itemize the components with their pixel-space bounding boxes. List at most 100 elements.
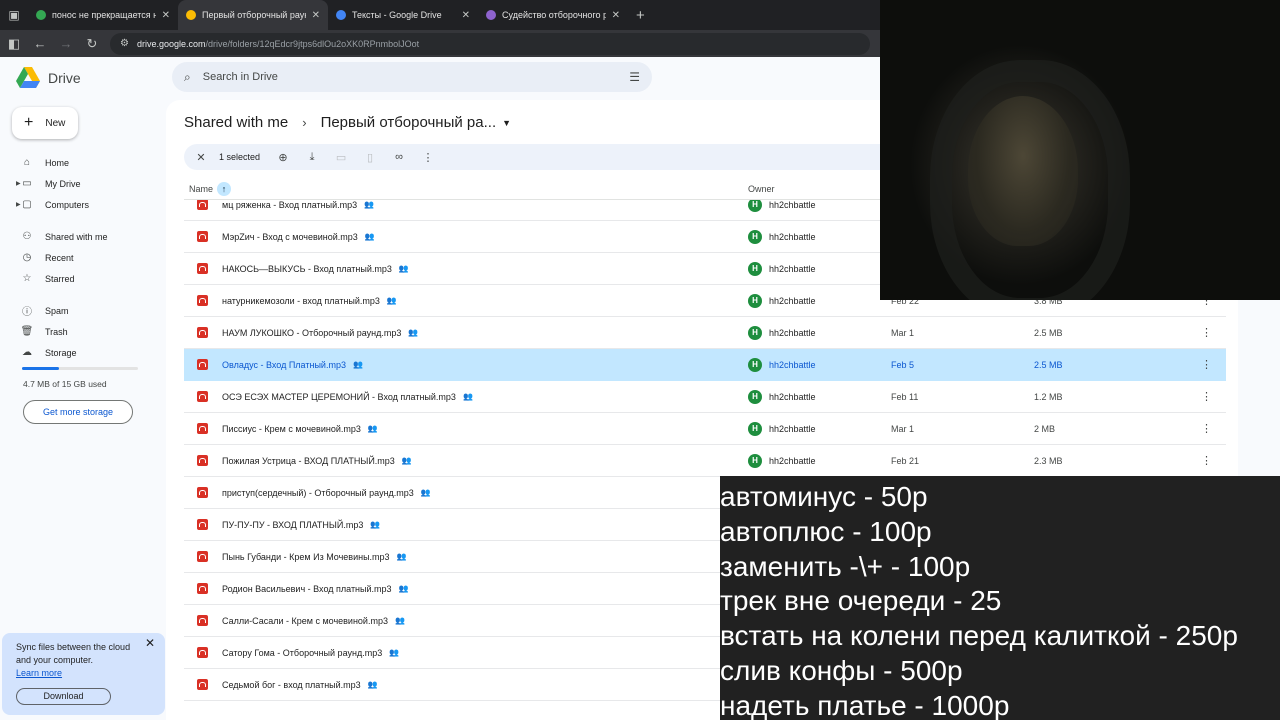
sync-promo-text: Sync files between the cloud and your co… xyxy=(16,642,131,665)
audio-file-icon xyxy=(197,455,208,466)
owner-avatar: H xyxy=(748,357,762,372)
more-actions-icon[interactable]: ⋮ xyxy=(417,146,439,168)
search-options-icon[interactable]: ☰ xyxy=(629,70,640,84)
table-row[interactable]: НАУМ ЛУКОШКО - Отборочный раунд.mp3 👥 Hhh2… xyxy=(184,317,1226,349)
address-bar[interactable]: ⚙ drive.google.com /drive/folders/12qEdc… xyxy=(110,32,870,55)
search-bar[interactable]: ⌕ Search in Drive ☰ xyxy=(172,62,652,92)
browser-tab[interactable]: Тексты - Google Drive ✕ xyxy=(328,0,478,30)
sidebar-item-my-drive[interactable]: ▶ ▭ My Drive xyxy=(0,173,160,194)
table-row[interactable]: Писсиус - Крем с мочевиной.mp3 👥 Hhh2chbat… xyxy=(184,413,1226,445)
file-name-text: МэрZич - Вход с мочевиной.mp3 xyxy=(222,231,358,242)
sidebar-item-starred[interactable]: ☆ Starred xyxy=(0,268,160,289)
file-name[interactable]: НАКОСЬ—ВЫКУСЬ - Вход платный.mp3 👥 xyxy=(222,264,409,274)
people-icon: ⚇ xyxy=(22,231,32,242)
owner-name: hh2chbattle xyxy=(769,423,816,434)
copy-link-icon[interactable]: ∞ xyxy=(388,146,410,168)
file-name[interactable]: Пынь Губанди - Крем Из Мочевины.mp3 👥 xyxy=(222,552,407,562)
file-name[interactable]: ОСЭ ЕСЭХ МАСТЕР ЦЕРЕМОНИЙ - Вход платный… xyxy=(222,392,473,402)
file-name[interactable]: МэрZич - Вход с мочевиной.mp3 👥 xyxy=(222,232,375,242)
expand-arrow-icon[interactable]: ▶ xyxy=(16,201,21,208)
shared-icon: 👥 xyxy=(367,424,378,433)
tab-close-icon[interactable]: ✕ xyxy=(162,10,170,21)
more-options-icon[interactable]: ⋮ xyxy=(1201,358,1212,371)
sidebar-item-shared-with-me[interactable]: ⚇ Shared with me xyxy=(0,226,160,247)
file-name[interactable]: Салли-Сасали - Крем с мочевиной.mp3 👥 xyxy=(222,616,405,626)
file-name[interactable]: Седьмой бог - вход платный.mp3 👥 xyxy=(222,680,378,690)
sidebar-item-label: Computers xyxy=(45,199,90,210)
sort-ascending-icon[interactable]: ↑ xyxy=(217,181,232,196)
audio-file-icon xyxy=(197,583,208,594)
breadcrumb-current[interactable]: Первый отборочный ра... xyxy=(321,114,497,131)
price-line: трек вне очереди - 25 xyxy=(720,585,1002,617)
search-input[interactable]: Search in Drive xyxy=(203,71,630,83)
forward-icon[interactable]: → xyxy=(54,32,78,56)
download-button[interactable]: Download xyxy=(16,688,111,705)
tab-search-icon[interactable]: ▣ xyxy=(0,0,28,30)
file-name[interactable]: натурникемозоли - вход платный.mp3 👥 xyxy=(222,296,397,306)
name-column-header[interactable]: Name ↑ xyxy=(189,181,232,196)
storage-bar xyxy=(22,367,138,370)
site-info-icon[interactable]: ⚙ xyxy=(120,38,129,49)
modified-date: Mar 1 xyxy=(891,327,915,338)
file-name[interactable]: Родион Васильевич - Вход платный.mp3 👥 xyxy=(222,584,409,594)
file-name[interactable]: приступ(сердечный) - Отборочный раунд.mp… xyxy=(222,488,431,498)
tab-title: понос не прекращается неде xyxy=(52,10,156,20)
owner-column-header[interactable]: Owner xyxy=(748,184,775,194)
table-row[interactable]: Пожилая Устрица - ВХОД ПЛАТНЫЙ.mp3 👥 Hhh2c… xyxy=(184,445,1226,477)
file-name[interactable]: Овладус - Вход Платный.mp3 👥 xyxy=(222,360,363,370)
file-name[interactable]: ПУ-ПУ-ПУ - ВХОД ПЛАТНЫЙ.mp3 👥 xyxy=(222,520,380,530)
file-name-text: Седьмой бог - вход платный.mp3 xyxy=(222,679,361,690)
file-name[interactable]: мц ряженка - Вход платный.mp3 👥 xyxy=(222,200,374,210)
audio-file-icon xyxy=(197,615,208,626)
file-name[interactable]: Пожилая Устрица - ВХОД ПЛАТНЫЙ.mp3 👥 xyxy=(222,456,412,466)
download-icon[interactable]: ⤓ xyxy=(301,146,323,168)
sidebar-item-computers[interactable]: ▶ ▢ Computers xyxy=(0,194,160,215)
table-row[interactable]: ОСЭ ЕСЭХ МАСТЕР ЦЕРЕМОНИЙ - Вход платный… xyxy=(184,381,1226,413)
modified-date: Feb 5 xyxy=(891,359,915,370)
learn-more-link[interactable]: Learn more xyxy=(16,667,151,680)
more-options-icon[interactable]: ⋮ xyxy=(1201,390,1212,403)
more-options-icon[interactable]: ⋮ xyxy=(1201,326,1212,339)
tab-favicon-icon xyxy=(186,10,196,20)
sidebar-item-storage[interactable]: ☁ Storage xyxy=(0,342,160,363)
browser-tab[interactable]: Первый отборочный раунд - G ✕ xyxy=(178,0,328,30)
drive-logo[interactable]: Drive xyxy=(16,67,81,89)
table-row[interactable]: Овладус - Вход Платный.mp3 👥 Hhh2chbattle F… xyxy=(184,349,1226,381)
sidebar-toggle-icon[interactable]: ◧ xyxy=(2,32,26,56)
file-name-text: Родион Васильевич - Вход платный.mp3 xyxy=(222,583,392,594)
dropdown-arrow-icon[interactable]: ▼ xyxy=(502,118,511,128)
owner-avatar: H xyxy=(748,325,762,340)
search-icon[interactable]: ⌕ xyxy=(184,70,191,85)
get-more-storage-button[interactable]: Get more storage xyxy=(23,400,133,424)
owner-avatar: H xyxy=(748,261,762,276)
trash-icon[interactable]: ▯ xyxy=(359,146,381,168)
browser-tab[interactable]: Судейство отборочного раунд ✕ xyxy=(478,0,628,30)
sidebar-item-recent[interactable]: ◷ Recent xyxy=(0,247,160,268)
close-icon[interactable]: ✕ xyxy=(145,637,155,650)
tab-close-icon[interactable]: ✕ xyxy=(612,10,620,21)
move-icon[interactable]: ▭ xyxy=(330,146,352,168)
file-name[interactable]: Сатору Гома - Отборочный раунд.mp3 👥 xyxy=(222,648,399,658)
browser-tab[interactable]: понос не прекращается неде ✕ xyxy=(28,0,178,30)
shared-icon: 👥 xyxy=(398,584,409,593)
breadcrumb-parent[interactable]: Shared with me xyxy=(184,114,288,131)
clear-selection-icon[interactable]: ✕ xyxy=(190,146,212,168)
sidebar-item-label: Starred xyxy=(45,273,75,284)
more-options-icon[interactable]: ⋮ xyxy=(1201,454,1212,467)
sidebar-item-trash[interactable]: 🗑 Trash xyxy=(0,321,160,342)
expand-arrow-icon[interactable]: ▶ xyxy=(16,180,21,187)
sidebar-item-spam[interactable]: ⓘ Spam xyxy=(0,300,160,321)
share-icon[interactable]: ⊕ xyxy=(272,146,294,168)
tab-close-icon[interactable]: ✕ xyxy=(312,10,320,21)
new-tab-icon[interactable]: + xyxy=(628,7,653,24)
file-name[interactable]: НАУМ ЛУКОШКО - Отборочный раунд.mp3 👥 xyxy=(222,328,418,338)
back-icon[interactable]: ← xyxy=(28,32,52,56)
tab-close-icon[interactable]: ✕ xyxy=(462,10,470,21)
file-name[interactable]: Писсиус - Крем с мочевиной.mp3 👥 xyxy=(222,424,378,434)
audio-file-icon xyxy=(197,487,208,498)
url-path: /drive/folders/12qEdcr9jtps6dlOu2oXK0RPn… xyxy=(205,38,420,49)
more-options-icon[interactable]: ⋮ xyxy=(1201,422,1212,435)
new-button[interactable]: + New xyxy=(12,107,78,139)
reload-icon[interactable]: ↻ xyxy=(80,32,104,56)
sidebar-item-home[interactable]: ⌂ Home xyxy=(0,152,160,173)
